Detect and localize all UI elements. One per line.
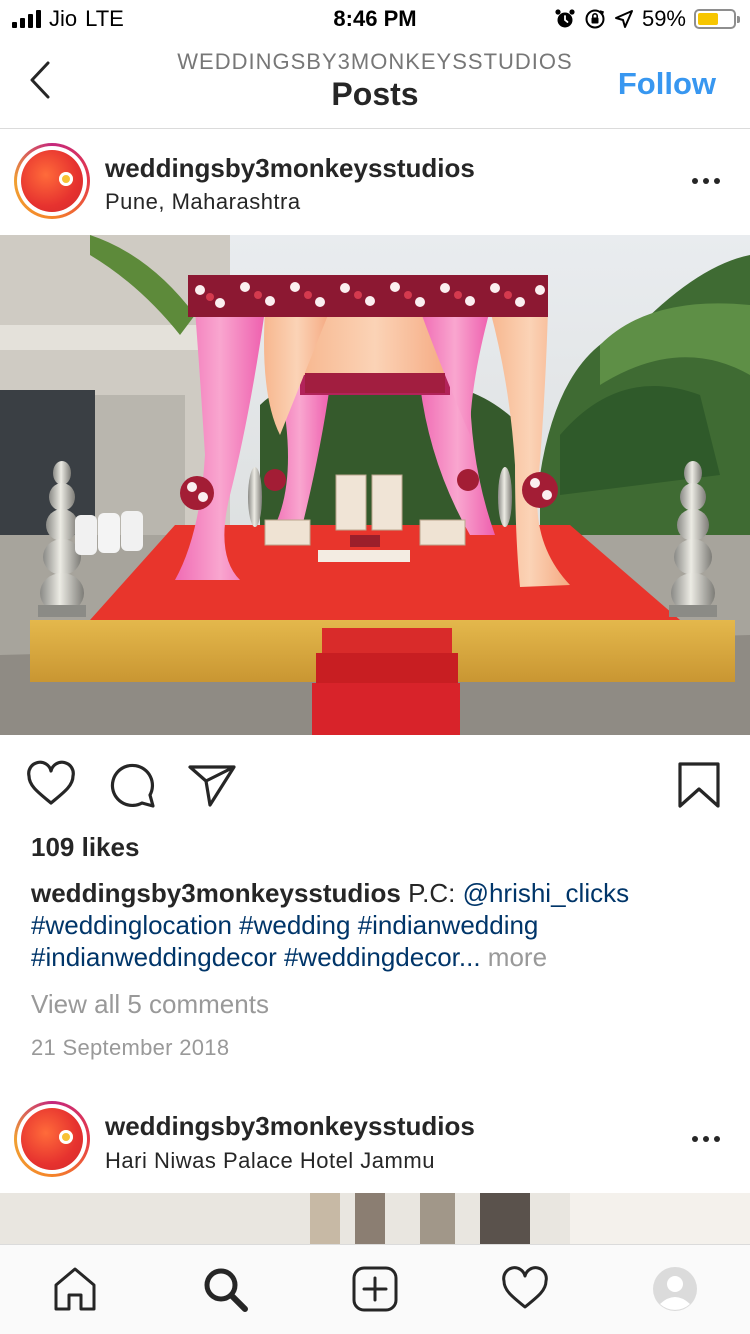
caption-hashtags-1[interactable]: #weddinglocation #wedding #indianwedding xyxy=(31,909,721,941)
tab-bar xyxy=(0,1244,750,1334)
share-icon[interactable] xyxy=(186,759,238,811)
status-right: 59% xyxy=(554,6,740,32)
next-post-location[interactable]: Hari Niwas Palace Hotel Jammu xyxy=(105,1148,435,1174)
mandap-photo-illustration xyxy=(0,235,750,735)
post-caption: weddingsby3monkeysstudios P.C: @hrishi_c… xyxy=(31,877,721,973)
next-post-photo[interactable] xyxy=(0,1193,750,1244)
tab-activity[interactable] xyxy=(499,1263,551,1315)
tab-home[interactable] xyxy=(49,1263,101,1315)
caption-line-1: weddingsby3monkeysstudios P.C: @hrishi_c… xyxy=(31,877,721,909)
likes-count[interactable]: 109 likes xyxy=(31,832,139,863)
more-options-icon[interactable] xyxy=(692,178,720,184)
battery-fill xyxy=(698,13,719,25)
location-arrow-icon xyxy=(614,10,633,28)
tab-profile[interactable] xyxy=(649,1263,701,1315)
post-location[interactable]: Pune, Maharashtra xyxy=(105,189,301,215)
post-date: 21 September 2018 xyxy=(31,1035,230,1060)
add-post-icon xyxy=(352,1266,398,1312)
nav-header: WEDDINGSBY3MONKEYSSTUDIOS Posts Follow xyxy=(0,40,750,129)
caption-hashtags-2[interactable]: #indianweddingdecor #weddingdecor... xyxy=(31,942,481,972)
caption-username[interactable]: weddingsby3monkeysstudios xyxy=(31,878,401,908)
caption-line-3: #indianweddingdecor #weddingdecor... mor… xyxy=(31,941,721,973)
status-bar: Jio LTE 8:46 PM 59% xyxy=(0,0,750,40)
caption-more-link[interactable]: more xyxy=(488,942,547,972)
view-comments-link[interactable]: View all 5 comments xyxy=(31,989,269,1020)
battery-icon xyxy=(694,9,740,29)
activity-heart-icon xyxy=(502,1266,548,1309)
orientation-lock-icon xyxy=(585,9,605,29)
search-icon xyxy=(204,1268,248,1312)
post-actions xyxy=(0,735,750,830)
follow-button[interactable]: Follow xyxy=(618,66,716,102)
post-header: weddingsby3monkeysstudios Pune, Maharash… xyxy=(0,129,750,234)
post-photo[interactable] xyxy=(0,235,750,735)
next-more-options-icon[interactable] xyxy=(692,1136,720,1142)
next-post-username[interactable]: weddingsby3monkeysstudios xyxy=(105,1111,475,1142)
tab-new-post[interactable] xyxy=(349,1263,401,1315)
tab-search[interactable] xyxy=(199,1263,251,1315)
profile-avatar-icon xyxy=(653,1267,697,1311)
bookmark-icon[interactable] xyxy=(673,759,725,811)
avatar[interactable] xyxy=(14,143,90,219)
home-icon xyxy=(54,1267,96,1311)
caption-mention[interactable]: @hrishi_clicks xyxy=(463,878,630,908)
caption-text: P.C: xyxy=(408,878,456,908)
next-post-avatar[interactable] xyxy=(14,1101,90,1177)
next-photo-illustration xyxy=(0,1193,750,1244)
battery-percent: 59% xyxy=(641,6,686,31)
comment-icon[interactable] xyxy=(106,759,158,811)
next-post-header: weddingsby3monkeysstudios Hari Niwas Pal… xyxy=(0,1087,750,1192)
alarm-icon xyxy=(555,9,575,28)
heart-icon[interactable] xyxy=(25,759,77,811)
post-username[interactable]: weddingsby3monkeysstudios xyxy=(105,153,475,184)
